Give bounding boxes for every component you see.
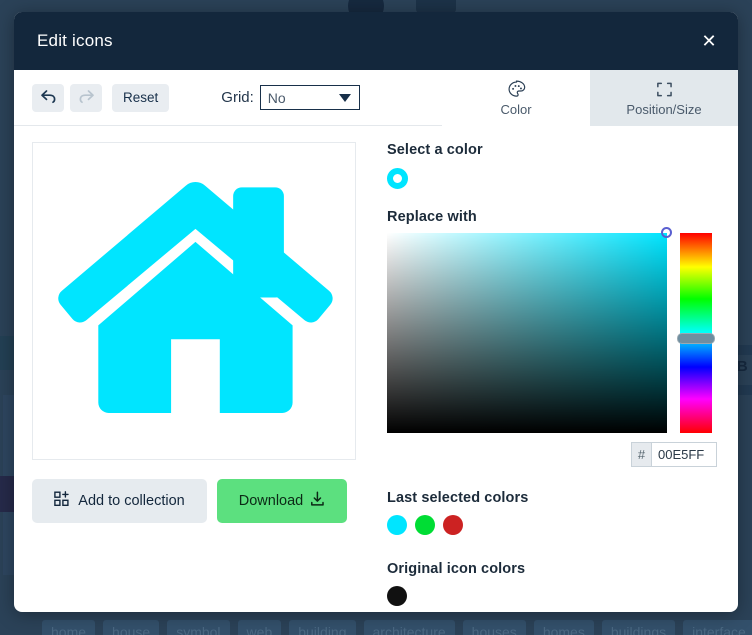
tab-position-size-label: Position/Size [626, 102, 701, 117]
grid-plus-icon [54, 491, 70, 511]
saturation-black-gradient [387, 233, 667, 433]
icon-preview[interactable] [32, 142, 356, 460]
palette-icon [507, 80, 526, 99]
download-arrow-icon [310, 491, 325, 511]
download-button[interactable]: Download [217, 479, 347, 523]
background-tag[interactable]: symbol [167, 620, 229, 635]
replace-with-title: Replace with [387, 209, 717, 225]
grid-label: Grid: [221, 89, 254, 106]
last-color-swatch[interactable] [387, 515, 407, 535]
saturation-handle[interactable] [661, 227, 672, 238]
background-tag[interactable]: building [289, 620, 355, 635]
original-icon-colors-title: Original icon colors [387, 561, 717, 577]
grid-control: Grid: No [221, 85, 360, 110]
download-button-label: Download [239, 493, 304, 509]
redo-button[interactable] [70, 84, 102, 112]
last-selected-colors-title: Last selected colors [387, 490, 717, 506]
background-tag[interactable]: architecture [364, 620, 455, 635]
background-tag[interactable]: interface [683, 620, 752, 635]
grid-selected-value: No [268, 90, 286, 106]
add-to-collection-label: Add to collection [78, 493, 184, 509]
original-color-swatch[interactable] [387, 586, 407, 606]
background-tag[interactable]: web [238, 620, 282, 635]
house-icon [49, 164, 339, 439]
grid-select[interactable]: No [260, 85, 360, 110]
background-tag[interactable]: houses [463, 620, 526, 635]
crop-frame-icon [655, 80, 674, 99]
modal-body: Add to collection Download Select a colo… [14, 126, 738, 606]
preview-column: Add to collection Download [32, 142, 356, 606]
preview-actions: Add to collection Download [32, 479, 356, 523]
redo-arrow-icon [78, 89, 95, 107]
color-panel: Select a color Replace with # Last selec… [387, 142, 717, 606]
chevron-down-icon [339, 94, 351, 102]
hue-slider[interactable] [680, 233, 712, 433]
undo-arrow-icon [40, 89, 57, 107]
tab-position-size[interactable]: Position/Size [590, 70, 738, 126]
background-tag[interactable]: house [103, 620, 159, 635]
hue-slider-handle[interactable] [677, 333, 715, 344]
hex-color-input[interactable] [651, 442, 717, 467]
original-icon-colors-list [387, 586, 717, 606]
hex-input-row: # [387, 442, 717, 467]
last-color-swatch[interactable] [443, 515, 463, 535]
background-tag[interactable]: home [42, 620, 95, 635]
undo-button[interactable] [32, 84, 64, 112]
last-color-swatch[interactable] [415, 515, 435, 535]
select-a-color-title: Select a color [387, 142, 717, 158]
close-icon[interactable]: ✕ [694, 26, 724, 56]
editor-tabs: Color Position/Size [442, 70, 738, 126]
edit-icons-modal: Edit icons ✕ Re [14, 12, 738, 612]
background-block-left-lower [0, 476, 14, 512]
toolbar-left-group: Reset [14, 84, 169, 112]
tab-color-label: Color [500, 102, 531, 117]
page-title: Edit icons [37, 31, 113, 51]
background-tag[interactable]: buildings [602, 620, 675, 635]
saturation-value-area[interactable] [387, 233, 667, 433]
last-selected-colors-list [387, 515, 717, 535]
background-tag-list: home house symbol web building architect… [42, 620, 752, 635]
tab-color[interactable]: Color [442, 70, 590, 126]
reset-button[interactable]: Reset [112, 84, 169, 112]
color-picker [387, 233, 717, 433]
editor-toolbar: Reset Grid: No Color [14, 70, 738, 126]
hex-prefix-label: # [631, 442, 651, 467]
selected-source-color-swatch[interactable] [387, 168, 408, 189]
add-to-collection-button[interactable]: Add to collection [32, 479, 207, 523]
modal-header: Edit icons ✕ [14, 12, 738, 70]
background-tag[interactable]: homes [534, 620, 594, 635]
